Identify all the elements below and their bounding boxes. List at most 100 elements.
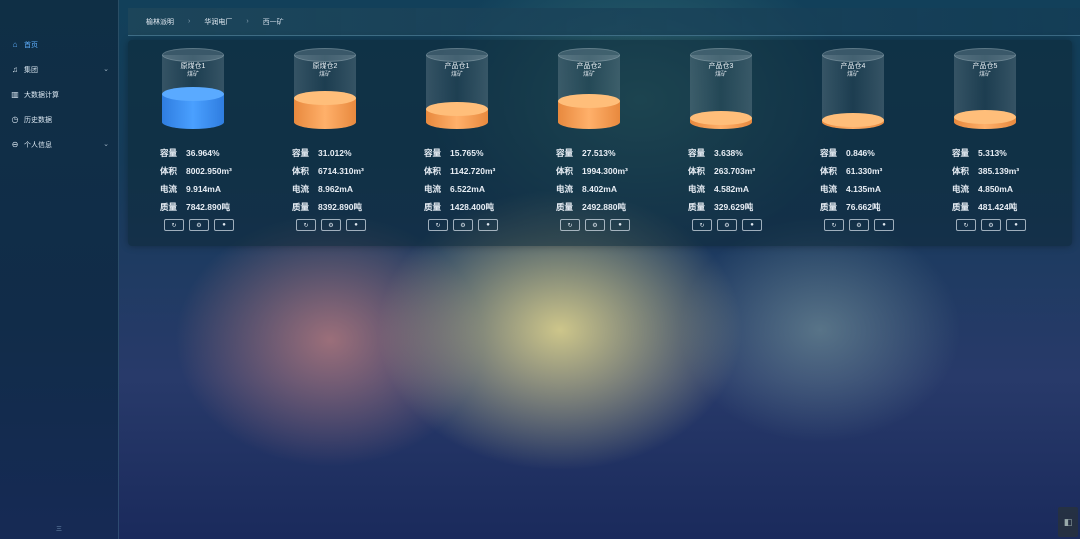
- stat-value-volume: 8002.950m³: [186, 166, 232, 176]
- tank-cylinder: 原煤仓1 煤矿: [162, 48, 224, 134]
- stat-label: 体积: [688, 167, 706, 177]
- stat-label: 质量: [688, 203, 706, 213]
- tank-card: 产品仓5 煤矿 容量 5.313% 体积 385.139m³ 电流 4.850mA 质量 481.…: [928, 40, 1048, 246]
- tank-name: 产品仓4: [840, 63, 866, 70]
- tank-card: 产品仓3 煤矿 容量 3.638% 体积 263.703m³ 电流 4.582mA 质量 329.…: [664, 40, 784, 246]
- tank-top: [294, 48, 356, 62]
- refresh-button[interactable]: ↻: [824, 219, 844, 231]
- stat-value-volume: 1142.720m³: [450, 166, 496, 176]
- stat-label: 质量: [424, 203, 442, 213]
- stat-label: 容量: [292, 149, 310, 159]
- tank-top: [822, 48, 884, 62]
- stat-row-mass: 质量 2492.880吨: [556, 199, 628, 217]
- stat-label: 容量: [424, 149, 442, 159]
- stat-row-current: 电流 6.522mA: [424, 181, 495, 199]
- stat-label: 电流: [820, 185, 838, 195]
- sidebar-item-1[interactable]: ♫ 集团 ⌄: [0, 57, 118, 82]
- tank-stats: 容量 36.964% 体积 8002.950m³ 电流 9.914mA 质量 7842.890…: [160, 145, 232, 217]
- sidebar-item-4[interactable]: ⊖ 个人信息 ⌄: [0, 132, 118, 157]
- stat-label: 电流: [952, 185, 970, 195]
- tank-top: [426, 48, 488, 62]
- stat-value-mass: 76.662吨: [846, 202, 881, 212]
- tank-actions: ↻ ⚙ ●: [692, 219, 762, 231]
- stat-row-volume: 体积 263.703m³: [688, 163, 755, 181]
- stat-value-volume: 61.330m³: [846, 166, 883, 176]
- settings-icon: ⚙: [724, 222, 730, 229]
- tank-top: [690, 48, 752, 62]
- refresh-button[interactable]: ↻: [956, 219, 976, 231]
- stat-value-capacity: 27.513%: [582, 148, 616, 158]
- stat-row-volume: 体积 6714.310m³: [292, 163, 364, 181]
- detail-icon: ●: [222, 222, 226, 228]
- detail-button[interactable]: ●: [610, 219, 630, 231]
- stat-label: 电流: [688, 185, 706, 195]
- tank-name: 产品仓1: [444, 63, 470, 70]
- stat-label: 电流: [424, 185, 442, 195]
- stat-label: 电流: [292, 185, 310, 195]
- stat-label: 体积: [292, 167, 310, 177]
- tank-top: [558, 48, 620, 62]
- refresh-button[interactable]: ↻: [296, 219, 316, 231]
- stat-value-capacity: 3.638%: [714, 148, 743, 158]
- detail-button[interactable]: ●: [478, 219, 498, 231]
- stat-label: 容量: [820, 149, 838, 159]
- stat-row-volume: 体积 8002.950m³: [160, 163, 232, 181]
- detail-button[interactable]: ●: [214, 219, 234, 231]
- tank-stats: 容量 0.846% 体积 61.330m³ 电流 4.135mA 质量 76.662吨: [820, 145, 882, 217]
- sidebar-item-label: 集团: [24, 66, 38, 74]
- detail-button[interactable]: ●: [742, 219, 762, 231]
- tank-cylinder: 产品仓4 煤矿: [822, 48, 884, 134]
- detail-button[interactable]: ●: [346, 219, 366, 231]
- detail-button[interactable]: ●: [874, 219, 894, 231]
- settings-button[interactable]: ⚙: [585, 219, 605, 231]
- refresh-button[interactable]: ↻: [560, 219, 580, 231]
- stat-row-volume: 体积 385.139m³: [952, 163, 1019, 181]
- settings-button[interactable]: ⚙: [981, 219, 1001, 231]
- settings-button[interactable]: ⚙: [321, 219, 341, 231]
- sidebar-item-0[interactable]: ⌂ 首页: [0, 32, 118, 57]
- stat-row-current: 电流 8.962mA: [292, 181, 364, 199]
- stat-label: 体积: [160, 167, 178, 177]
- sidebar-collapse-toggle[interactable]: 三: [56, 524, 62, 533]
- stat-row-mass: 质量 76.662吨: [820, 199, 882, 217]
- bar-chart-icon: ▥: [11, 90, 19, 99]
- stat-row-capacity: 容量 15.765%: [424, 145, 495, 163]
- breadcrumb-item-2[interactable]: 华润电厂: [204, 17, 232, 27]
- settings-button[interactable]: ⚙: [453, 219, 473, 231]
- refresh-icon: ↻: [567, 222, 573, 229]
- settings-button[interactable]: ⚙: [717, 219, 737, 231]
- settings-button[interactable]: ⚙: [189, 219, 209, 231]
- breadcrumb-separator-icon: ›: [188, 18, 191, 25]
- home-icon: ⌂: [12, 40, 18, 49]
- stat-row-capacity: 容量 36.964%: [160, 145, 232, 163]
- tank-top: [954, 48, 1016, 62]
- refresh-icon: ↻: [303, 222, 309, 229]
- tank-name: 原煤仓2: [312, 63, 338, 70]
- detail-icon: ●: [618, 222, 622, 228]
- tank-cylinder: 产品仓5 煤矿: [954, 48, 1016, 134]
- detail-icon: ●: [750, 222, 754, 228]
- stat-label: 体积: [820, 167, 838, 177]
- sidebar-item-2[interactable]: ▥ 大数据计算: [0, 82, 118, 107]
- refresh-button[interactable]: ↻: [428, 219, 448, 231]
- refresh-icon: ↻: [699, 222, 705, 229]
- breadcrumb-item-1[interactable]: 榆林派明: [146, 17, 174, 27]
- sidebar-item-label: 大数据计算: [24, 91, 59, 99]
- refresh-button[interactable]: ↻: [692, 219, 712, 231]
- detail-button[interactable]: ●: [1006, 219, 1026, 231]
- refresh-button[interactable]: ↻: [164, 219, 184, 231]
- tank-name: 产品仓2: [576, 63, 602, 70]
- tank-liquid: [954, 110, 1016, 129]
- stat-value-capacity: 36.964%: [186, 148, 220, 158]
- settings-button[interactable]: ⚙: [849, 219, 869, 231]
- stat-row-volume: 体积 61.330m³: [820, 163, 882, 181]
- sidebar-item-3[interactable]: ◷ 历史数据: [0, 107, 118, 132]
- stat-value-capacity: 15.765%: [450, 148, 484, 158]
- stat-value-mass: 7842.890吨: [186, 202, 230, 212]
- corner-widget-icon[interactable]: ◧: [1058, 507, 1078, 537]
- breadcrumb-separator-icon: ›: [246, 18, 249, 25]
- stat-label: 体积: [556, 167, 574, 177]
- stat-row-current: 电流 4.850mA: [952, 181, 1019, 199]
- tank-actions: ↻ ⚙ ●: [428, 219, 498, 231]
- tank-name: 产品仓5: [972, 63, 998, 70]
